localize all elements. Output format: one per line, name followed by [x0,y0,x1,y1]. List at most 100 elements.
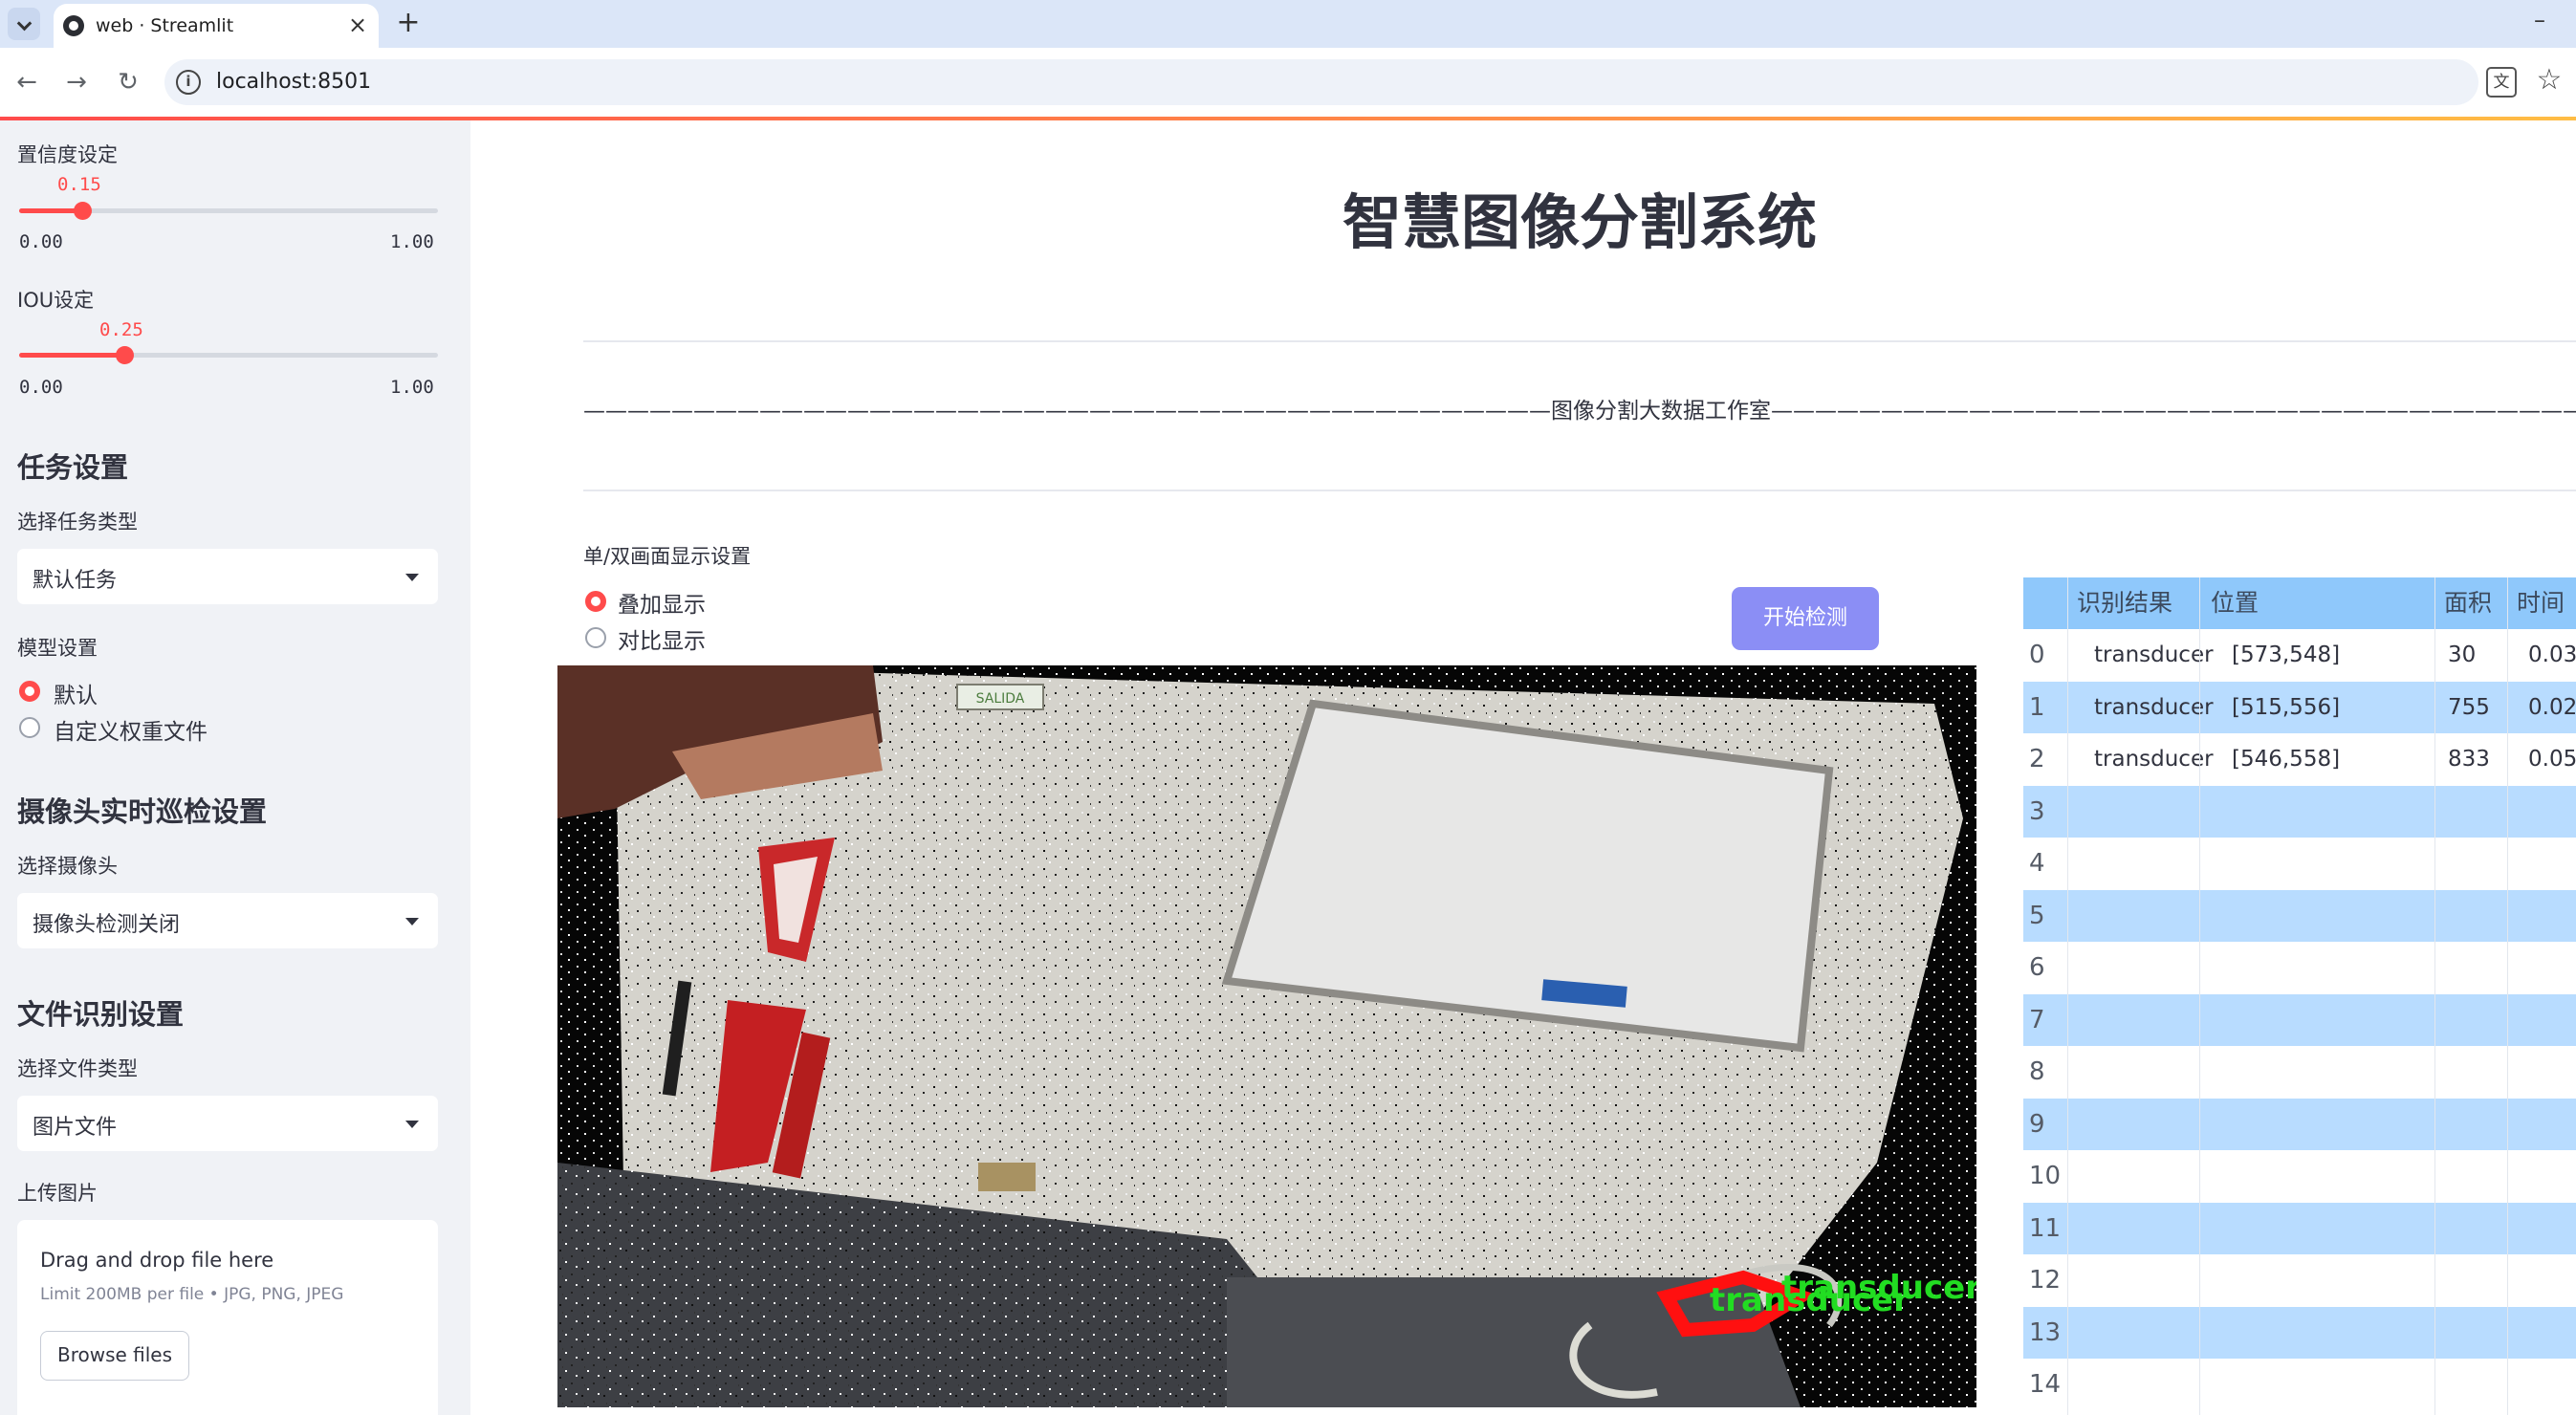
table-row[interactable]: 7 [2023,993,2576,1046]
tab-title: web · Streamlit [96,15,234,36]
column-divider [2507,577,2508,1415]
header-result[interactable]: 识别结果 [2077,577,2172,629]
divider [583,490,2576,491]
row-index: 1 [2029,692,2045,722]
camera-select-value: 摄像头检测关闭 [33,913,181,937]
address-bar: ← → ↻ i localhost:8501 文 ☆ [0,48,2576,117]
header-position[interactable]: 位置 [2211,577,2259,629]
iou-slider-fill [19,353,124,358]
divider [583,340,2576,342]
camera-heading: 摄像头实时巡检设置 [17,795,268,828]
table-row[interactable]: 12 [2023,1254,2576,1306]
translate-icon[interactable]: 文 [2486,67,2517,98]
file-type-select[interactable]: 图片文件 [17,1096,438,1151]
table-row[interactable]: 11 [2023,1202,2576,1254]
overlay-label-2: transducer [1781,1269,1976,1307]
cell-time: 0.02 [2528,694,2576,720]
display-radio-overlay[interactable] [585,591,606,612]
chevron-down-icon [405,918,419,925]
iou-value: 0.25 [99,319,143,340]
file-heading: 文件识别设置 [17,998,185,1031]
confidence-min: 0.00 [19,231,63,252]
model-label: 模型设置 [17,637,98,660]
forward-arrow-icon[interactable]: → [59,65,94,99]
cell-area: 833 [2448,747,2490,772]
new-tab-plus-icon[interactable]: + [392,8,425,40]
table-row[interactable]: 5 [2023,889,2576,942]
table-row[interactable]: 6 [2023,942,2576,993]
header-time[interactable]: 时间 [2517,577,2565,629]
table-row[interactable]: 0 transducer [573,548] 30 0.03 [2023,629,2576,681]
model-option-custom[interactable]: 自定义权重文件 [54,713,207,746]
table-row[interactable]: 9 [2023,1098,2576,1150]
chevron-down-icon [405,574,419,581]
table-row[interactable]: 4 [2023,838,2576,889]
cell-area: 30 [2448,642,2477,667]
task-select-value: 默认任务 [33,569,118,593]
upload-label: 上传图片 [17,1182,98,1205]
header-area[interactable]: 面积 [2444,577,2492,629]
confidence-label: 置信度设定 [17,143,118,166]
iou-slider-thumb[interactable] [115,346,134,364]
task-select-label: 选择任务类型 [17,511,138,533]
row-index: 6 [2029,953,2045,982]
back-arrow-icon[interactable]: ← [10,65,44,99]
reload-icon[interactable]: ↻ [111,65,145,99]
streamlit-favicon-icon [63,15,84,36]
display-option-overlay[interactable]: 叠加显示 [618,586,706,619]
file-dropzone[interactable]: Drag and drop file here Limit 200MB per … [17,1220,438,1415]
url-field[interactable]: i localhost:8501 [164,59,2478,105]
column-divider [2199,577,2200,1415]
table-row[interactable]: 1 transducer [515,556] 755 0.02 [2023,681,2576,733]
task-heading: 任务设置 [17,451,129,484]
table-row[interactable]: 14 [2023,1359,2576,1410]
iou-label: IOU设定 [17,289,95,312]
start-detection-button[interactable]: 开始检测 [1732,587,1879,650]
table-row[interactable]: 8 [2023,1046,2576,1098]
file-type-select-value: 图片文件 [33,1116,118,1140]
display-mode-label: 单/双画面显示设置 [583,545,752,568]
row-index: 14 [2029,1370,2062,1399]
table-row[interactable]: 10 [2023,1150,2576,1202]
row-index: 9 [2029,1109,2045,1139]
cell-area: 755 [2448,694,2490,720]
row-index: 0 [2029,641,2045,669]
site-info-icon[interactable]: i [176,70,201,95]
row-index: 5 [2029,901,2045,930]
camera-select[interactable]: 摄像头检测关闭 [17,893,438,948]
confidence-slider-thumb[interactable] [73,202,92,220]
browse-files-button[interactable]: Browse files [40,1331,189,1381]
row-index: 4 [2029,849,2045,878]
bookmark-star-icon[interactable]: ☆ [2532,63,2566,98]
chevron-down-icon [405,1121,419,1128]
iou-slider[interactable] [19,346,438,364]
detection-result-image: SALIDA transducer transducer [557,665,1976,1407]
model-option-default[interactable]: 默认 [54,677,98,709]
table-row[interactable]: 2 transducer [546,558] 833 0.05 [2023,733,2576,785]
row-index: 8 [2029,1057,2045,1086]
sidebar: 置信度设定 0.15 0.00 1.00 IOU设定 0.25 0.00 1.0… [0,120,470,1415]
main-content: 智慧图像分割系统 ———————————————————————————————… [470,120,2576,1415]
browser-tab[interactable]: web · Streamlit × [54,4,379,48]
display-radio-compare[interactable] [585,627,606,648]
camera-select-label: 选择摄像头 [17,855,118,878]
close-icon[interactable]: × [344,11,371,38]
tab-search-chevron-icon[interactable] [8,8,40,40]
task-select[interactable]: 默认任务 [17,549,438,604]
cell-position: [515,556] [2232,694,2341,720]
cell-result: transducer [2094,694,2214,720]
model-radio-default[interactable] [19,681,40,702]
display-option-compare[interactable]: 对比显示 [618,622,706,655]
table-row[interactable]: 3 [2023,785,2576,838]
table-row[interactable]: 13 [2023,1306,2576,1359]
column-divider [2434,577,2435,1415]
results-table: 识别结果 位置 面积 时间 0 transducer [573,548] 30 0.03… [2023,577,2576,1415]
confidence-value: 0.15 [57,174,101,195]
confidence-slider[interactable] [19,202,438,220]
browser-tab-bar: web · Streamlit × + – [0,0,2576,48]
url-text[interactable]: localhost:8501 [216,70,371,94]
table-header-row: 识别结果 位置 面积 时间 [2023,577,2576,629]
iou-max: 1.00 [390,377,434,398]
model-radio-custom[interactable] [19,717,40,738]
minimize-icon[interactable]: – [2521,6,2559,34]
